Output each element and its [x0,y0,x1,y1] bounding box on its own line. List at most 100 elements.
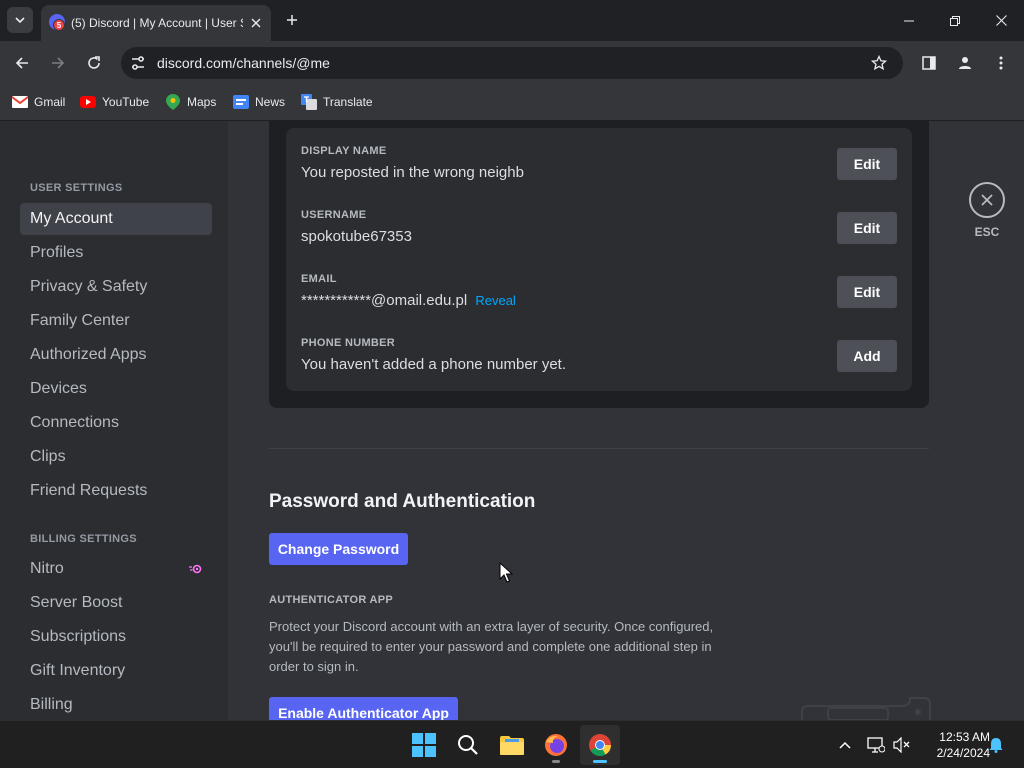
tab-search-button[interactable] [7,7,33,33]
sidebar-item-family-center[interactable]: Family Center [20,305,212,337]
sidebar-item-friend-requests[interactable]: Friend Requests [20,475,212,507]
volume-button[interactable] [892,735,912,755]
chevron-up-icon [839,741,851,749]
folder-icon [500,736,524,755]
sidebar-item-privacy-safety[interactable]: Privacy & Safety [20,271,212,303]
restore-icon [950,15,960,26]
nitro-icon [188,561,204,577]
change-password-button[interactable]: Change Password [269,533,408,565]
side-panel-icon [922,56,936,70]
edit-email-button[interactable]: Edit [837,276,897,308]
profile-button[interactable] [952,50,978,76]
bookmark-maps[interactable]: Maps [165,92,216,112]
news-icon [233,94,249,110]
esc-label: ESC [974,225,1000,239]
chrome-icon [589,734,611,756]
bookmark-news[interactable]: News [233,92,285,112]
edit-username-button[interactable]: Edit [837,212,897,244]
firefox-button[interactable] [536,725,576,765]
close-icon [995,15,1007,26]
email-label: EMAIL [301,273,337,285]
site-info-button[interactable] [128,53,148,73]
browser-tabstrip: 5 (5) Discord | My Account | User Settin… [0,0,1024,41]
settings-content: DISPLAY NAME You reposted in the wrong n… [228,121,1024,720]
sidebar-item-authorized-apps[interactable]: Authorized Apps [20,339,212,371]
close-icon [251,18,261,28]
email-row: ************@omail.edu.pl Reveal [301,291,516,311]
bookmarks-bar: Gmail YouTube Maps News Translate [0,85,1024,121]
search-button[interactable] [448,725,488,765]
close-settings-button[interactable] [969,182,1005,218]
reveal-email-link[interactable]: Reveal [475,293,515,308]
minimize-icon [904,20,914,21]
bookmark-label: Maps [187,95,217,109]
windows-taskbar: 12:53 AM 2/24/2024 [0,720,1024,768]
taskbar-clock[interactable]: 12:53 AM 2/24/2024 [918,729,990,761]
settings-sidebar: USER SETTINGS My Account Profiles Privac… [0,121,228,720]
menu-button[interactable] [988,50,1014,76]
tab-badge: 5 [53,19,65,31]
network-button[interactable] [866,735,886,755]
search-icon [458,735,478,755]
side-panel-button[interactable] [916,50,942,76]
bookmark-star-button[interactable] [869,53,889,73]
maps-icon [165,94,181,110]
file-explorer-button[interactable] [492,725,532,765]
sidebar-item-profiles[interactable]: Profiles [20,237,212,269]
start-button[interactable] [404,725,444,765]
mouse-cursor-icon [499,562,513,583]
bookmark-youtube[interactable]: YouTube [80,92,149,112]
bookmark-label: YouTube [102,95,150,109]
new-tab-button[interactable] [281,9,303,31]
enable-authenticator-button[interactable]: Enable Authenticator App [269,697,458,720]
back-button[interactable] [9,50,35,76]
bookmark-gmail[interactable]: Gmail [12,92,65,112]
sidebar-item-billing[interactable]: Billing [20,689,212,720]
discord-favicon-icon: 5 [49,14,65,31]
sidebar-item-server-boost[interactable]: Server Boost [20,587,212,619]
active-indicator [593,760,607,763]
browser-tab-discord[interactable]: 5 (5) Discord | My Account | User Settin… [41,5,271,41]
address-bar[interactable]: discord.com/channels/@me [121,47,903,79]
gmail-icon [12,94,28,110]
sidebar-item-subscriptions[interactable]: Subscriptions [20,621,212,653]
show-hidden-icons-button[interactable] [835,735,855,755]
email-value: ************@omail.edu.pl [301,292,468,309]
display-name-value: You reposted in the wrong neighb [301,164,524,181]
bookmark-label: Translate [323,95,373,109]
password-section-title: Password and Authentication [269,491,536,512]
authenticator-illustration [782,697,932,720]
notifications-button[interactable] [986,735,1006,755]
tab-close-button[interactable] [246,13,266,33]
chrome-button[interactable] [580,725,620,765]
sidebar-item-clips[interactable]: Clips [20,441,212,473]
sidebar-item-connections[interactable]: Connections [20,407,212,439]
minimize-button[interactable] [886,0,932,41]
billing-settings-header: BILLING SETTINGS [30,533,137,545]
clock-date: 2/24/2024 [936,746,990,760]
reload-icon [88,56,100,69]
reload-button[interactable] [81,50,107,76]
username-value: spokotube67353 [301,228,412,245]
close-settings[interactable]: ESC [968,182,1008,242]
section-divider [269,448,929,449]
add-phone-button[interactable]: Add [837,340,897,372]
edit-display-name-button[interactable]: Edit [837,148,897,180]
sidebar-item-devices[interactable]: Devices [20,373,212,405]
sidebar-item-nitro[interactable]: Nitro [20,553,212,585]
forward-button[interactable] [45,50,71,76]
running-indicator [552,760,560,763]
authenticator-app-header: AUTHENTICATOR APP [269,594,394,606]
sidebar-item-gift-inventory[interactable]: Gift Inventory [20,655,212,687]
sidebar-item-my-account[interactable]: My Account [20,203,212,235]
url-text: discord.com/channels/@me [157,55,330,71]
bookmark-translate[interactable]: Translate [301,92,373,112]
bell-icon [989,738,1003,753]
tune-icon [132,56,144,70]
windows-logo-icon [412,733,436,757]
close-window-button[interactable] [978,0,1024,41]
bookmark-label: Gmail [34,95,66,109]
arrow-right-icon [52,57,65,69]
restore-button[interactable] [932,0,978,41]
arrow-left-icon [15,57,28,69]
